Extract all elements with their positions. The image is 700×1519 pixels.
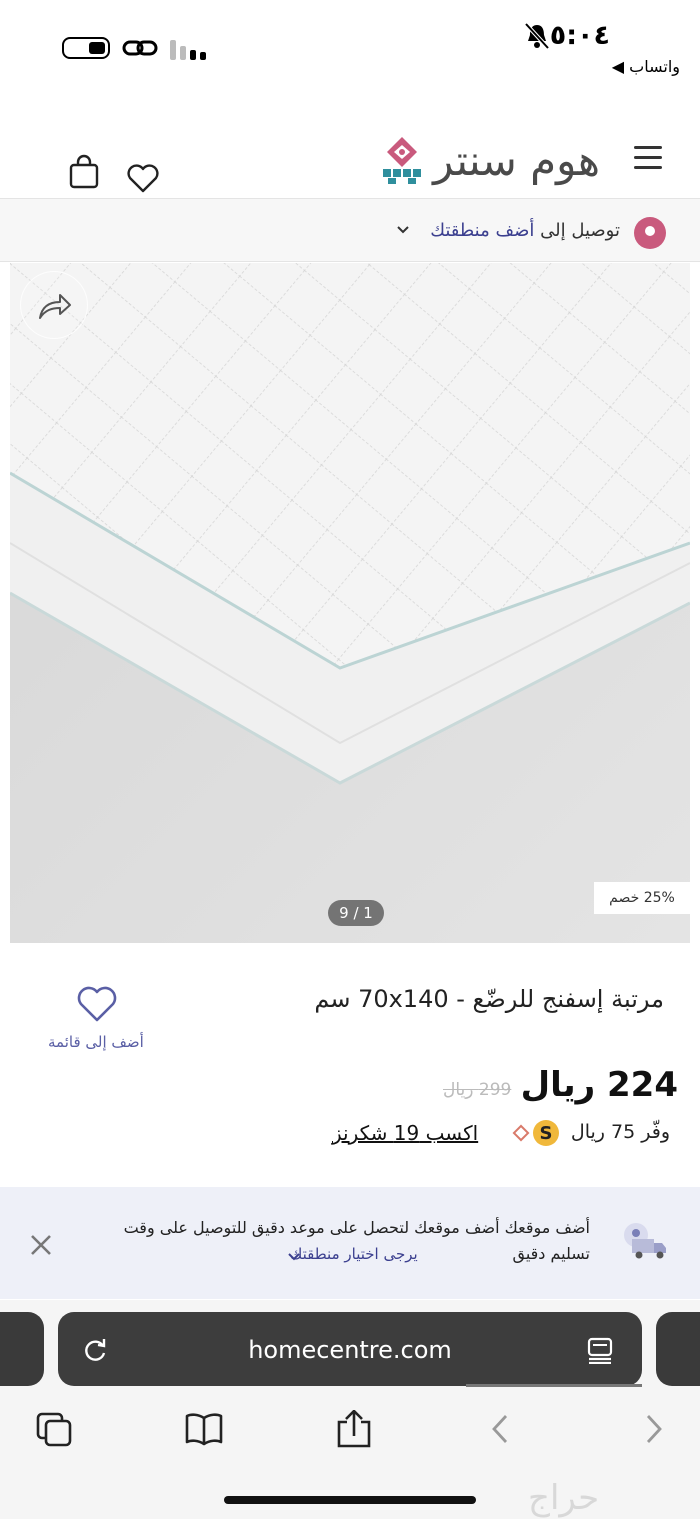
close-icon[interactable] <box>28 1232 54 1258</box>
address-bar[interactable]: homecentre.com <box>58 1312 642 1386</box>
product-image-gallery[interactable]: 25% خصم 9 / 1 <box>10 263 690 943</box>
heart-icon[interactable] <box>126 162 160 194</box>
logo-mark-icon <box>383 137 422 184</box>
battery-icon <box>62 37 110 59</box>
location-banner: أضف موقعك أضف موقعك لتحصل على موعد دقيق … <box>0 1187 700 1299</box>
share-button[interactable] <box>20 271 88 339</box>
product-price: 224 ريال <box>520 1065 678 1105</box>
forward-icon[interactable] <box>634 1410 674 1448</box>
site-logo[interactable]: هوم سنتر <box>379 132 601 188</box>
bookmarks-icon[interactable] <box>184 1410 224 1448</box>
earn-shukrans-link[interactable]: اكسب 19 شكرنز <box>332 1121 478 1145</box>
back-icon[interactable] <box>482 1410 522 1448</box>
coin-icon: S <box>533 1120 559 1146</box>
add-to-wishlist-label[interactable]: أضف إلى قائمة <box>48 1033 144 1051</box>
watermark-logo: حراج <box>528 1478 600 1518</box>
image-pager: 9 / 1 <box>328 900 384 926</box>
chevron-down-icon[interactable] <box>287 1252 301 1262</box>
choose-region-link[interactable]: يرجى اختيار منطقتك <box>290 1245 418 1263</box>
bell-slash-icon <box>524 22 550 50</box>
reader-mode-icon[interactable] <box>586 1336 614 1364</box>
wishlist-heart-icon[interactable] <box>76 984 118 1024</box>
shopping-bag-icon[interactable] <box>68 154 100 190</box>
delivery-prefix: توصيل إلى <box>540 220 620 241</box>
location-pin-icon <box>634 217 666 249</box>
signal-icon <box>170 36 210 60</box>
original-price: 299 ريال <box>443 1080 512 1100</box>
delivery-location-bar[interactable]: توصيل إلى أضف منطقتك <box>0 198 700 262</box>
delivery-text: توصيل إلى أضف منطقتك <box>430 220 620 241</box>
diamond-icon <box>512 1124 530 1142</box>
status-bar: ٥:٠٤ ◀ واتساب <box>0 0 700 95</box>
product-title: مرتبة إسفنج للرضّع - 70x140 سم <box>314 985 664 1013</box>
address-bar-underline <box>466 1384 642 1387</box>
product-image <box>10 263 690 943</box>
url-text: homecentre.com <box>248 1336 452 1364</box>
link-icon <box>122 40 158 56</box>
next-tab[interactable] <box>656 1312 700 1386</box>
add-region-link[interactable]: أضف منطقتك <box>430 220 534 241</box>
chevron-down-icon[interactable] <box>396 225 410 235</box>
delivery-truck-icon <box>624 1223 666 1259</box>
browser-toolbar: homecentre.com حراج <box>0 1300 700 1519</box>
back-to-app-link[interactable]: ◀ واتساب <box>612 57 680 76</box>
logo-text: هوم سنتر <box>433 135 601 185</box>
menu-icon[interactable] <box>634 146 662 170</box>
site-header: هوم سنتر <box>0 110 700 200</box>
home-indicator[interactable] <box>224 1496 476 1504</box>
tabs-icon[interactable] <box>34 1410 74 1448</box>
previous-tab[interactable] <box>0 1312 44 1386</box>
discount-badge: 25% خصم <box>594 882 690 914</box>
share-arrow-icon <box>39 294 71 319</box>
clock: ٥:٠٤ <box>549 20 610 51</box>
savings-text: وفّر 75 ريال <box>570 1121 670 1143</box>
share-icon[interactable] <box>334 1410 374 1448</box>
